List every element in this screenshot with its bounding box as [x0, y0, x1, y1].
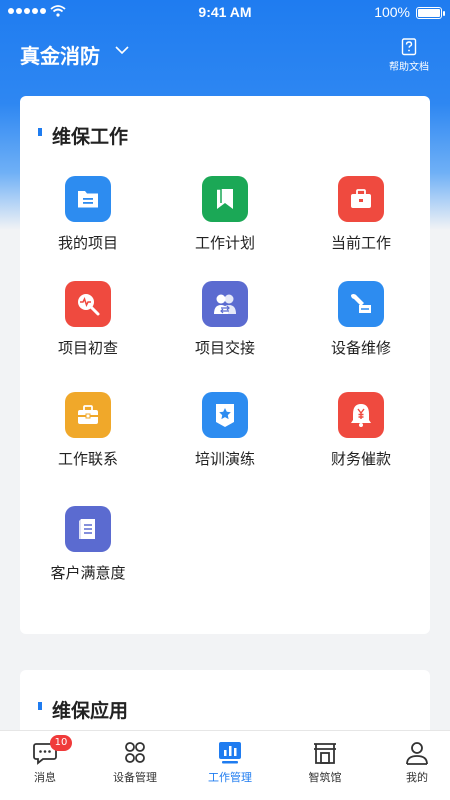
help-docs-button[interactable]: 帮助文档	[384, 38, 434, 73]
bookmark-icon	[202, 176, 248, 222]
initial-inspection-item[interactable]: 项目初查	[20, 281, 156, 358]
handover-icon	[202, 281, 248, 327]
item-label: 项目交接	[194, 339, 255, 357]
tab-label: 工作管理	[208, 771, 252, 784]
section-title-text: 维保工作	[52, 126, 129, 148]
user-icon	[406, 742, 428, 765]
item-label: 项目初查	[57, 339, 118, 357]
help-label: 帮助文档	[389, 62, 429, 73]
wrench-icon	[338, 281, 384, 327]
section-title: 维保应用	[38, 696, 129, 723]
document-icon	[65, 506, 111, 552]
section-marker	[38, 702, 42, 710]
org-selector[interactable]: 真金消防	[20, 40, 100, 69]
item-label: 工作联系	[57, 450, 118, 468]
battery-percent: 100%	[374, 4, 410, 20]
shop-icon	[314, 743, 336, 764]
case-icon	[65, 392, 111, 438]
tab-label: 智筑馆	[308, 771, 342, 784]
work-contact-item[interactable]: 工作联系	[20, 392, 156, 469]
chart-icon	[219, 742, 241, 764]
tab-work-management[interactable]: 工作管理	[185, 741, 275, 785]
tab-equipment[interactable]: 设备管理	[90, 741, 180, 785]
current-work-item[interactable]: 当前工作	[293, 176, 429, 253]
equipment-repair-item[interactable]: 设备维修	[293, 281, 429, 358]
item-label: 培训演练	[194, 450, 255, 468]
tab-mine[interactable]: 我的	[372, 741, 450, 785]
tab-label: 消息	[34, 771, 56, 784]
item-label: 当前工作	[330, 234, 391, 252]
item-label: 财务催款	[330, 450, 391, 468]
section-title-text: 维保应用	[52, 700, 129, 722]
folder-icon	[65, 176, 111, 222]
chevron-down-icon[interactable]	[114, 44, 130, 56]
help-icon	[401, 38, 417, 56]
finance-collection-item[interactable]: 财务催款	[293, 392, 429, 469]
section-title: 维保工作	[38, 122, 129, 149]
project-handover-item[interactable]: 项目交接	[157, 281, 293, 358]
tab-messages[interactable]: 10 消息	[0, 735, 90, 785]
grid-icon	[125, 742, 145, 763]
search-pulse-icon	[65, 281, 111, 327]
my-projects-item[interactable]: 我的项目	[20, 176, 156, 253]
status-bar: 9:41 AM 100%	[0, 0, 450, 26]
item-label: 工作计划	[194, 234, 255, 252]
unread-badge: 10	[50, 735, 72, 751]
item-label: 我的项目	[57, 234, 118, 252]
star-badge-icon	[202, 392, 248, 438]
app-header: 真金消防 帮助文档	[0, 30, 450, 80]
customer-satisfaction-item[interactable]: 客户满意度	[20, 506, 156, 583]
item-label: 客户满意度	[50, 564, 126, 582]
training-drill-item[interactable]: 培训演练	[157, 392, 293, 469]
battery-icon	[416, 7, 445, 19]
briefcase-icon	[338, 176, 384, 222]
section-marker	[38, 128, 42, 136]
item-label: 设备维修	[330, 339, 391, 357]
tab-label: 我的	[406, 771, 428, 784]
bottom-tab-bar: 10 消息 设备管理 工作管理 智筑馆 我的	[0, 730, 450, 800]
work-plan-item[interactable]: 工作计划	[157, 176, 293, 253]
maintenance-work-card: 维保工作 我的项目 工作计划 当前工作 项目初查 项目交接 设备维修 工作联系 …	[20, 96, 430, 634]
yuan-bell-icon	[338, 392, 384, 438]
tab-label: 设备管理	[113, 771, 157, 784]
tab-zhizhuguan[interactable]: 智筑馆	[280, 741, 370, 785]
